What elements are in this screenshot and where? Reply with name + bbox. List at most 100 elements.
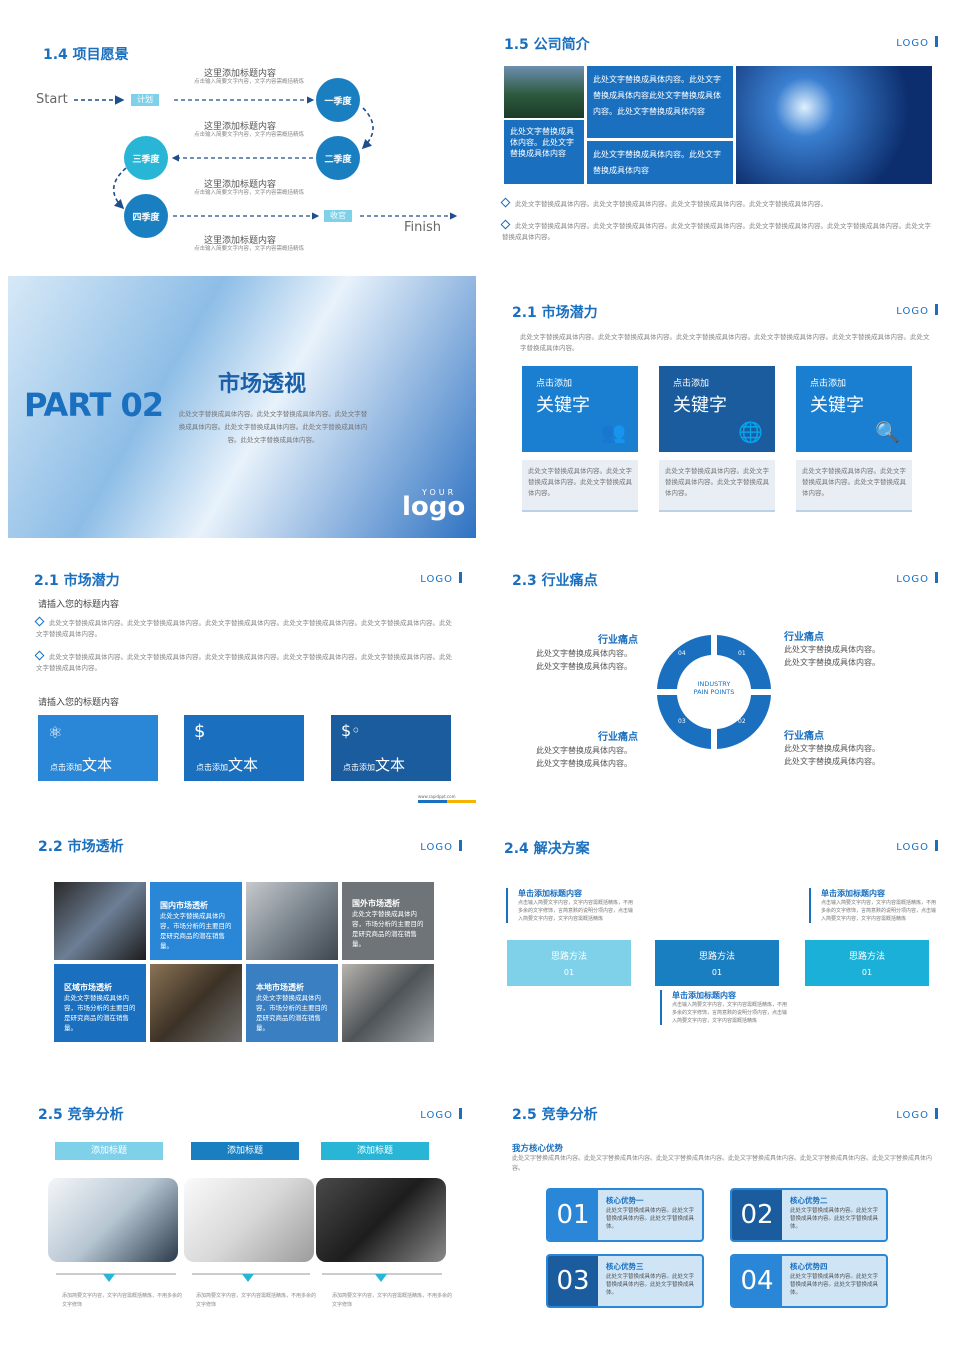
company-box-top: 此处文字替换成具体内容。此处文字替换成具体内容此处文字替换成具体内容。此处文字替… xyxy=(587,66,733,138)
finish-label: Finish xyxy=(404,220,442,235)
logo-text: logo xyxy=(402,492,466,522)
meeting-photo xyxy=(246,882,338,960)
footer-bar xyxy=(418,800,476,803)
logo-mark: LOGO xyxy=(420,840,462,853)
company-box-bottom: 此处文字替换成具体内容。此处文字替换成具体内容 xyxy=(587,141,733,184)
text-button-2[interactable]: $ 点击添加文本 xyxy=(184,715,304,781)
method-box-2: 思路方法 01 xyxy=(655,940,779,986)
pain-text-tr-1: 此处文字替换成具体内容。 xyxy=(784,645,880,654)
part-body: 此处文字替换成具体内容。此处文字替换成具体内容。此处文字替换成具体内容。此处文字… xyxy=(178,410,368,444)
slide-market-potential-cards: 2.1 市场潜力 LOGO 此处文字替换成具体内容。此处文字替换成具体内容。此处… xyxy=(484,276,952,538)
logo-mark: LOGO xyxy=(896,840,938,853)
q4-circle: 四季度 xyxy=(124,194,168,238)
diamond-icon xyxy=(34,616,45,627)
pain-label-tl: 行业痛点 xyxy=(598,635,638,646)
tab-2[interactable]: 添加标题 xyxy=(191,1142,299,1160)
advantage-body: 此处文字替换成具体内容。此处文字替换成具体内容。此处文字替换成具体。 xyxy=(606,1274,695,1296)
diamond-icon xyxy=(34,650,45,661)
logo-mark: LOGO xyxy=(420,572,462,585)
pain-label-tr: 行业痛点 xyxy=(784,632,824,643)
office-lady-photo xyxy=(184,1178,314,1262)
method-box-1: 思路方法 01 xyxy=(507,940,631,986)
company-line-1: 此处文字替换成具体内容。此处文字替换成具体内容。此处文字替换成具体内容。此处文字… xyxy=(500,197,932,210)
card-big-label: 关键字 xyxy=(673,395,727,416)
start-label: Start xyxy=(36,92,68,107)
advantage-title: 核心优势二 xyxy=(790,1196,828,1205)
card-small-label: 点击添加 xyxy=(673,379,710,389)
keyword-card[interactable]: 点击添加 关键字 👥 xyxy=(522,366,638,452)
slide-title: 2.5 竞争分析 xyxy=(38,1107,124,1123)
keyword-card-text: 此处文字替换成具体内容。此处文字替换成具体内容。此处文字替换成具体内容。 xyxy=(522,460,638,512)
solution-text-3: 单击添加标题内容 点击输入简要文字内容，文字内容需概括精炼，不用多余的文字修饰，… xyxy=(660,990,790,1025)
q1-circle: 一季度 xyxy=(316,78,360,122)
pain-text-tl-1: 此处文字替换成具体内容。 xyxy=(536,649,632,658)
caption-3: 添加简要文字内容，文字内容需概括精炼，不用多余的文字修饰 xyxy=(332,1293,453,1308)
advantage-number: 04 xyxy=(732,1256,782,1306)
city-photo xyxy=(504,66,584,118)
logo-mark: LOGO xyxy=(896,572,938,585)
slide-title: 2.1 市场潜力 xyxy=(512,305,598,321)
advantage-title: 核心优势四 xyxy=(790,1262,828,1271)
slide-title: 1.5 公司简介 xyxy=(504,37,590,53)
card-small-label: 点击添加 xyxy=(536,379,573,389)
advantage-number: 02 xyxy=(732,1190,782,1240)
advantage-body: 此处文字替换成具体内容。此处文字替换成具体内容。此处文字替换成具体。 xyxy=(606,1208,695,1230)
magnifier-icon: 🔍 xyxy=(875,420,900,444)
foreign-card: 国外市场透析 此处文字替换成具体内容，市场分析的主要目的是研究商品的潜在销售量。 xyxy=(342,882,434,960)
tab-3[interactable]: 添加标题 xyxy=(321,1142,429,1160)
row4-sub: 点击输入简要文字内容，文字内容需概括精炼 xyxy=(194,246,305,252)
logo-mark: LOGO xyxy=(896,1108,938,1121)
slide-title: 2.2 市场透析 xyxy=(38,839,124,855)
card-big-label: 关键字 xyxy=(810,395,864,416)
slide-solution: 2.4 解决方案 LOGO 单击添加标题内容 点击输入简要文字内容，文字内容需概… xyxy=(484,812,952,1074)
pain-text-bl-1: 此处文字替换成具体内容。 xyxy=(536,746,632,755)
row2-sub: 点击输入简要文字内容，文字内容需概括精炼 xyxy=(194,132,305,138)
advantage-item: 03 核心优势三 此处文字替换成具体内容。此处文字替换成具体内容。此处文字替换成… xyxy=(546,1254,704,1308)
dollar-icon: $ xyxy=(194,721,206,742)
keyword-card-text: 此处文字替换成具体内容。此处文字替换成具体内容。此处文字替换成具体内容。 xyxy=(796,460,912,512)
pain-text-tr-2: 此处文字替换成具体内容。 xyxy=(784,658,880,667)
text-button-3[interactable]: $◦ 点击添加文本 xyxy=(331,715,451,781)
heading-1: 请插入您的标题内容 xyxy=(38,600,120,610)
logo-mark: LOGO xyxy=(420,1108,462,1121)
atom-icon: ⚛ xyxy=(48,723,63,742)
pain-text-br-2: 此处文字替换成具体内容。 xyxy=(784,757,880,766)
pain-text-tl-2: 此处文字替换成具体内容。 xyxy=(536,662,632,671)
segment-num-01: 01 xyxy=(738,650,746,657)
footer-url: www.rapidppt.com xyxy=(418,794,456,799)
solution-text-1: 单击添加标题内容 点击输入简要文字内容，文字内容需概括精炼，不用多余的文字修饰，… xyxy=(506,888,636,923)
slide-pain-points: 2.3 行业痛点 LOGO 01 02 03 04 INDUSTRY PAIN … xyxy=(484,544,952,806)
harvest-tag: 收官 xyxy=(324,210,352,222)
caption-1: 添加简要文字内容，文字内容需概括精炼，不用多余的文字修饰 xyxy=(62,1293,183,1308)
heading-2: 请插入您的标题内容 xyxy=(38,698,120,708)
keyword-card[interactable]: 点击添加 关键字 🌐 xyxy=(659,366,775,452)
row3-sub: 点击输入简要文字内容，文字内容需概括精炼 xyxy=(194,190,305,196)
advantage-number: 01 xyxy=(548,1190,598,1240)
advantage-body: 此处文字替换成具体内容。此处文字替换成具体内容。此处文字替换成具体。 xyxy=(790,1274,879,1296)
intro-text: 此处文字替换成具体内容。此处文字替换成具体内容。此处文字替换成具体内容。此处文字… xyxy=(520,333,930,352)
divider-arrows xyxy=(56,1273,442,1282)
advantage-heading: 我方核心优势 xyxy=(512,1144,564,1154)
segment-num-04: 04 xyxy=(678,650,686,657)
slide-part02: PART 02 市场透视 此处文字替换成具体内容。此处文字替换成具体内容。此处文… xyxy=(8,276,476,538)
method-box-3: 思路方法 01 xyxy=(805,940,929,986)
company-line-2: 此处文字替换成具体内容。此处文字替换成具体内容。此处文字替换成具体内容。此处文字… xyxy=(500,219,932,243)
domestic-card: 国内市场透析 此处文字替换成具体内容，市场分析的主要目的是研究商品的潜在销售量。 xyxy=(150,882,242,960)
paragraph-2: 此处文字替换成具体内容。此处文字替换成具体内容。此处文字替换成具体内容。此处文字… xyxy=(34,650,456,674)
tech-head-photo xyxy=(736,66,932,184)
keyword-card-text: 此处文字替换成具体内容。此处文字替换成具体内容。此处文字替换成具体内容。 xyxy=(659,460,775,512)
center-label-1: INDUSTRY xyxy=(697,680,731,688)
keyword-card[interactable]: 点击添加 关键字 🔍 xyxy=(796,366,912,452)
text-button-1[interactable]: ⚛ 点击添加文本 xyxy=(38,715,158,781)
card-small-label: 点击添加 xyxy=(810,379,847,389)
solution-text-2: 单击添加标题内容 点击输入简要文字内容，文字内容需概括精炼，不用多余的文字修饰，… xyxy=(809,888,939,923)
plan-tag: 计划 xyxy=(131,94,159,106)
advantage-item: 01 核心优势一 此处文字替换成具体内容。此处文字替换成具体内容。此处文字替换成… xyxy=(546,1188,704,1242)
coins-icon: $◦ xyxy=(341,721,361,740)
advantage-item: 04 核心优势四 此处文字替换成具体内容。此处文字替换成具体内容。此处文字替换成… xyxy=(730,1254,888,1308)
tab-1[interactable]: 添加标题 xyxy=(55,1142,163,1160)
segment-num-03: 03 xyxy=(678,718,686,725)
diamond-icon xyxy=(500,219,511,230)
caption-2: 添加简要文字内容，文字内容需概括精炼，不用多余的文字修饰 xyxy=(196,1293,317,1308)
tablet-photo xyxy=(54,882,146,960)
